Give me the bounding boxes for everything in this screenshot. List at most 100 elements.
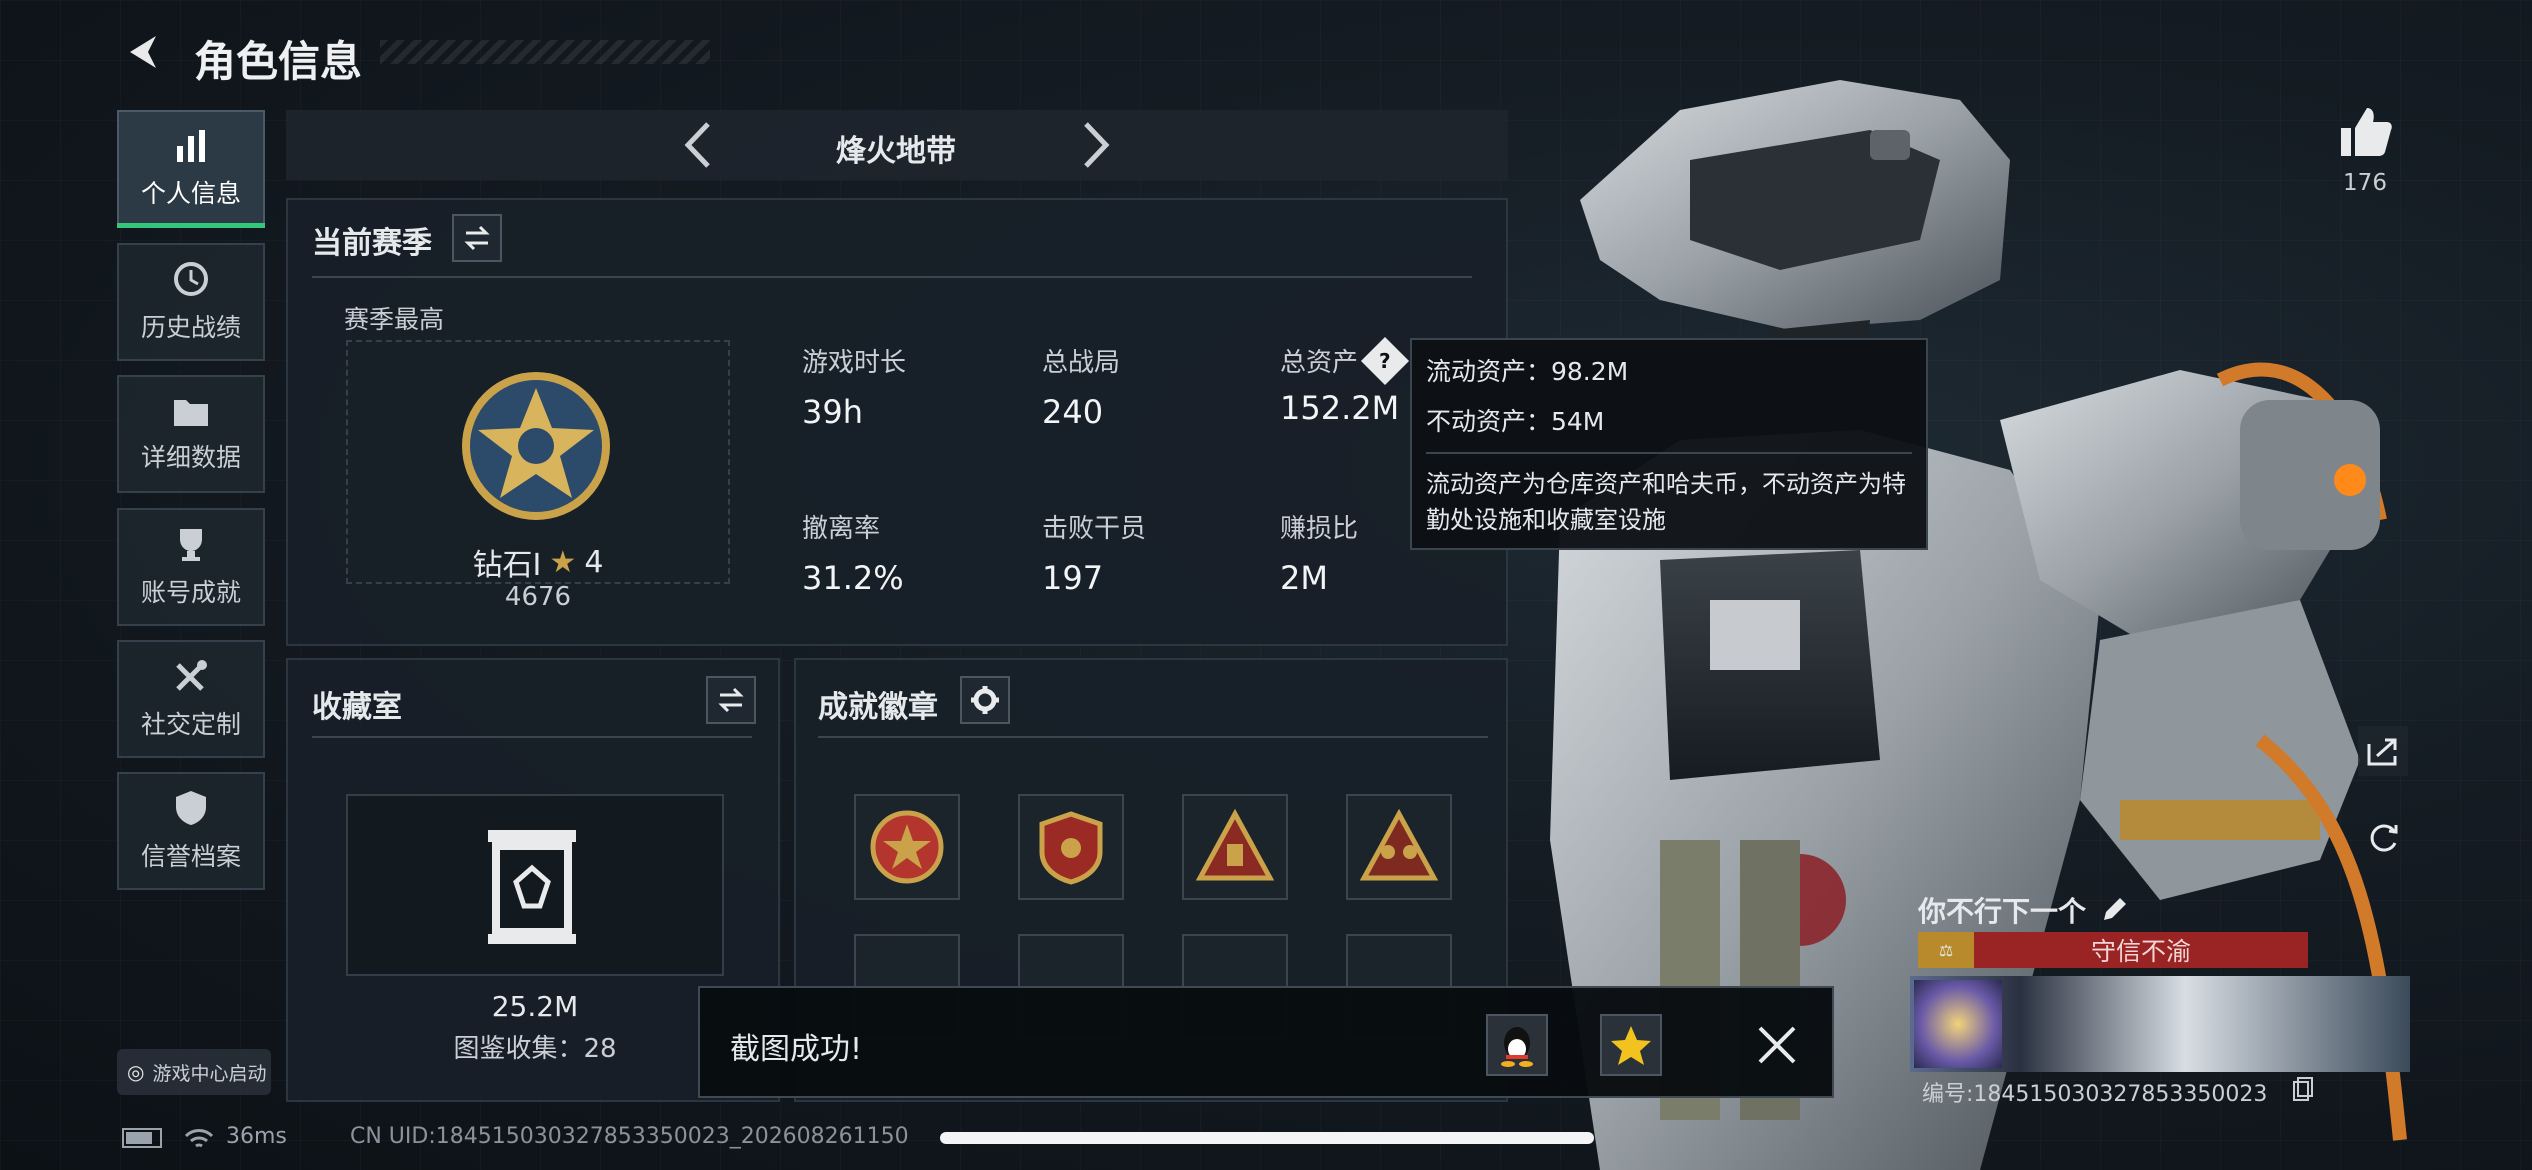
tools-icon <box>176 660 207 691</box>
refresh-button[interactable] <box>2360 814 2406 860</box>
tooltip-divider <box>1426 452 1912 454</box>
achievement-badge[interactable] <box>1346 794 1452 900</box>
sidebar-item-label: 账号成就 <box>140 578 241 607</box>
stat-label: 游戏时长 <box>802 348 907 378</box>
home-indicator[interactable] <box>940 1132 1594 1144</box>
profile-tag-label: 守信不渝 <box>2090 937 2191 966</box>
copy-icon[interactable] <box>2292 1076 2314 1102</box>
profile-tag: ⚖ 守信不渝 <box>1918 932 2308 968</box>
share-qzone-button[interactable] <box>1600 1014 1662 1076</box>
sidebar-item-credit-file[interactable]: 信誉档案 <box>117 772 265 890</box>
tooltip-fixed-assets: 不动资产：54M <box>1426 407 1605 436</box>
stat-profit-loss: 赚损比 2M <box>1280 508 1358 597</box>
scales-icon: ⚖ <box>1918 932 1974 968</box>
sidebar-item-detailed-data[interactable]: 详细数据 <box>117 375 265 493</box>
mode-label: 烽火地带 <box>836 134 956 169</box>
clock-icon <box>174 262 208 296</box>
switch-season-button[interactable] <box>452 214 502 262</box>
refresh-icon <box>2370 824 2398 852</box>
stat-operators-defeated: 击败干员 197 <box>1042 508 1146 597</box>
help-icon[interactable]: ? <box>1360 336 1410 385</box>
stat-label: 总战局 <box>1042 348 1121 378</box>
shield-badge-icon <box>1039 811 1103 885</box>
stat-label: 撤离率 <box>802 514 881 544</box>
achievement-badge[interactable] <box>854 794 960 900</box>
share-button[interactable] <box>2358 726 2408 776</box>
profile-name: 你不行下一个 <box>1918 895 2087 928</box>
header: 角色信息 <box>122 28 710 86</box>
share-qq-button[interactable] <box>1486 1014 1548 1076</box>
back-arrow-icon[interactable] <box>122 32 162 72</box>
like-button[interactable]: 176 <box>2330 104 2400 196</box>
share-icon <box>2367 738 2397 766</box>
divider <box>312 276 1472 278</box>
sidebar-item-history[interactable]: 历史战绩 <box>117 243 265 361</box>
edit-icon[interactable] <box>2100 896 2128 924</box>
switch-collection-button[interactable] <box>706 676 756 724</box>
stat-play-time: 游戏时长 39h <box>802 342 906 431</box>
divider <box>312 736 752 738</box>
uid-watermark: CN UID:184515030327853350023_20260826115… <box>350 1124 909 1149</box>
avatar[interactable] <box>1914 980 2002 1068</box>
sidebar-item-social-custom[interactable]: 社交定制 <box>117 640 265 758</box>
folder-icon <box>174 400 208 426</box>
stat-value: 240 <box>1042 393 1104 431</box>
rank-line: 钻石Ⅰ ★ 4 <box>428 540 648 584</box>
profile-name-row: 你不行下一个 <box>1918 890 2128 930</box>
wifi-icon <box>184 1129 214 1148</box>
sidebar-item-achievements[interactable]: 账号成就 <box>117 508 265 626</box>
qzone-star-icon <box>1611 1026 1651 1065</box>
season-panel: 当前赛季 赛季最高 钻石Ⅰ ★ 4 4676 游戏时长 39h 总战局 240 … <box>286 198 1508 646</box>
stat-label: 赚损比 <box>1280 514 1359 544</box>
close-icon[interactable] <box>1756 1024 1798 1066</box>
sidebar-item-personal-info[interactable]: 个人信息 <box>117 110 265 228</box>
display-case-icon <box>488 830 576 944</box>
sidebar-item-label: 社交定制 <box>140 710 241 739</box>
sidebar-item-label: 信誉档案 <box>140 842 241 871</box>
stat-value: 2M <box>1280 559 1328 597</box>
stat-total-assets: 总资产 ? 152.2M <box>1280 336 1410 427</box>
stat-total-matches: 总战局 240 <box>1042 342 1120 431</box>
sidebar-item-label: 个人信息 <box>140 179 241 208</box>
stat-extraction-rate: 撤离率 31.2% <box>802 508 904 597</box>
stat-label: 击败干员 <box>1042 514 1147 544</box>
divider <box>818 736 1488 738</box>
achievement-badge[interactable] <box>1182 794 1288 900</box>
trophy-icon <box>180 529 202 561</box>
battery-icon <box>122 1128 162 1148</box>
game-center-label: 游戏中心启动 <box>152 1062 267 1085</box>
star-badge-icon <box>870 810 944 884</box>
toast-message: 截图成功! <box>730 1032 863 1067</box>
rank-stars: 4 <box>584 544 604 580</box>
active-indicator <box>117 223 265 228</box>
swap-icon <box>464 225 490 251</box>
profile-banner <box>1910 976 2410 1072</box>
season-best-label: 赛季最高 <box>344 305 445 334</box>
ping-value: 36ms <box>226 1124 287 1149</box>
assets-tooltip: 流动资产：98.2M 不动资产：54M 流动资产为仓库资产和哈夫币，不动资产为特… <box>1410 338 1928 550</box>
stat-value: 31.2% <box>802 559 904 597</box>
rank-emblem-icon <box>462 372 610 520</box>
thumbs-up-icon <box>2341 108 2392 156</box>
stat-value: 39h <box>802 393 863 431</box>
game-center-button[interactable]: ◎ 游戏中心启动 <box>117 1049 271 1095</box>
sidebar-item-label: 历史战绩 <box>140 313 241 342</box>
like-count: 176 <box>2343 170 2387 196</box>
profile-card: 你不行下一个 ⚖ 守信不渝 编号:184515030327853350023 <box>1910 890 2410 1110</box>
stat-value: 197 <box>1042 559 1104 597</box>
qq-penguin-icon <box>1501 1027 1533 1067</box>
achievement-settings-button[interactable] <box>960 676 1010 724</box>
chevron-left-icon[interactable] <box>678 120 718 170</box>
achievement-badge[interactable] <box>1018 794 1124 900</box>
mode-selector: 烽火地带 <box>286 110 1508 180</box>
gear-icon <box>971 686 999 714</box>
achievements-title: 成就徽章 <box>818 690 938 725</box>
triangle-badge-icon <box>1195 808 1275 881</box>
chevron-right-icon[interactable] <box>1076 120 1116 170</box>
bar-chart-icon <box>177 130 205 162</box>
shield-icon <box>176 791 206 825</box>
stat-label: 总资产 <box>1280 348 1359 378</box>
qq-icon: ◎ <box>127 1060 145 1084</box>
stat-value: 152.2M <box>1280 389 1400 427</box>
season-title: 当前赛季 <box>312 226 432 261</box>
